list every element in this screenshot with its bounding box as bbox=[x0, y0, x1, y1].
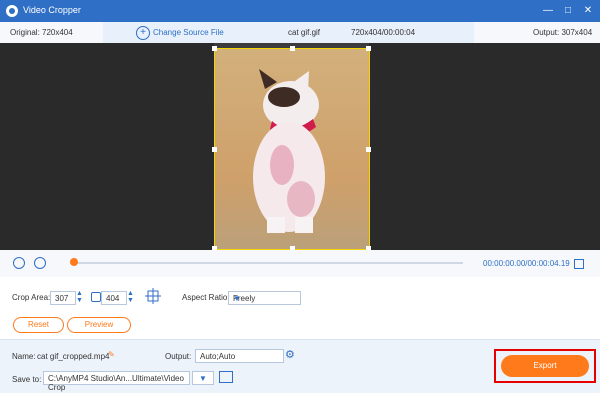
file-name: cat gif.gif bbox=[288, 28, 321, 37]
original-size: Original: 720x404 bbox=[0, 22, 103, 43]
minimize-icon[interactable]: — bbox=[540, 3, 556, 19]
crop-handle[interactable] bbox=[366, 46, 371, 51]
gear-icon[interactable]: ⚙ bbox=[285, 348, 295, 361]
preview-button[interactable]: Preview bbox=[67, 317, 131, 333]
stop-button[interactable] bbox=[34, 257, 46, 269]
crop-handle[interactable] bbox=[366, 147, 371, 152]
cat-image bbox=[253, 69, 325, 233]
crop-handle[interactable] bbox=[290, 46, 295, 51]
aspect-ratio-select[interactable]: Freely ▼ bbox=[228, 291, 301, 305]
export-highlight-box: Export bbox=[494, 349, 596, 383]
reset-button[interactable]: Reset bbox=[13, 317, 64, 333]
footer-settings: Name: cat gif_cropped.mp4 ✎ Output: Auto… bbox=[0, 339, 600, 393]
progress-thumb[interactable] bbox=[70, 258, 78, 266]
change-source-file-link[interactable]: Change Source File bbox=[153, 28, 224, 37]
output-file-name: cat gif_cropped.mp4 bbox=[37, 352, 110, 361]
save-to-label: Save to: bbox=[12, 375, 42, 384]
export-button[interactable]: Export bbox=[501, 355, 589, 377]
crop-handle[interactable] bbox=[212, 147, 217, 152]
dimmed-left-region bbox=[120, 43, 214, 248]
save-path-dropdown[interactable]: ▼ bbox=[192, 371, 214, 385]
time-display: 00:00:00.00/00:00:04.19 bbox=[483, 259, 570, 268]
crop-handle[interactable] bbox=[212, 46, 217, 51]
save-to-path-field[interactable]: C:\AnyMP4 Studio\An...Ultimate\Video Cro… bbox=[43, 371, 190, 392]
crop-height-input[interactable]: 404 bbox=[101, 291, 127, 305]
dimmed-right-region bbox=[369, 43, 479, 248]
output-format-field: Auto;Auto bbox=[195, 349, 284, 363]
center-crop-icon[interactable] bbox=[144, 287, 162, 305]
play-button[interactable] bbox=[13, 257, 25, 269]
window-title: Video Cropper bbox=[23, 5, 81, 15]
video-viewer[interactable] bbox=[0, 43, 600, 251]
volume-icon[interactable] bbox=[574, 259, 584, 269]
aspect-ratio-label: Aspect Ratio: bbox=[182, 293, 230, 302]
crop-area-label: Crop Area: bbox=[12, 293, 51, 302]
app-icon bbox=[6, 5, 18, 17]
crop-width-stepper[interactable]: ▲ ▼ bbox=[75, 290, 84, 304]
close-icon[interactable]: ✕ bbox=[580, 3, 596, 19]
chevron-down-icon: ▼ bbox=[233, 294, 241, 303]
crop-controls: Crop Area: 307 ▲ ▼ 404 ▲ ▼ Aspect Ratio: F… bbox=[0, 277, 600, 339]
title-bar: Video Cropper — □ ✕ bbox=[0, 0, 600, 22]
source-bar: + Change Source File cat gif.gif 720x404… bbox=[103, 22, 474, 43]
crop-width-input[interactable]: 307 bbox=[50, 291, 76, 305]
plus-circle-icon[interactable]: + bbox=[136, 26, 150, 40]
name-label: Name: bbox=[12, 352, 36, 361]
link-icon[interactable] bbox=[91, 292, 101, 302]
progress-track[interactable] bbox=[70, 262, 463, 264]
playback-bar: 00:00:00.00/00:00:04.19 bbox=[0, 250, 600, 278]
edit-name-icon[interactable]: ✎ bbox=[108, 350, 115, 359]
source-info: 720x404/00:00:04 bbox=[351, 28, 416, 37]
crop-selection-box[interactable] bbox=[212, 46, 371, 251]
chevron-down-icon: ▼ bbox=[199, 374, 207, 383]
maximize-icon[interactable]: □ bbox=[560, 3, 576, 19]
output-label: Output: bbox=[165, 352, 192, 361]
folder-icon[interactable] bbox=[219, 371, 233, 383]
info-bar: Original: 720x404 + Change Source File c… bbox=[0, 22, 600, 44]
crop-height-stepper[interactable]: ▲ ▼ bbox=[126, 290, 135, 304]
output-size: Output: 307x404 bbox=[533, 28, 593, 37]
